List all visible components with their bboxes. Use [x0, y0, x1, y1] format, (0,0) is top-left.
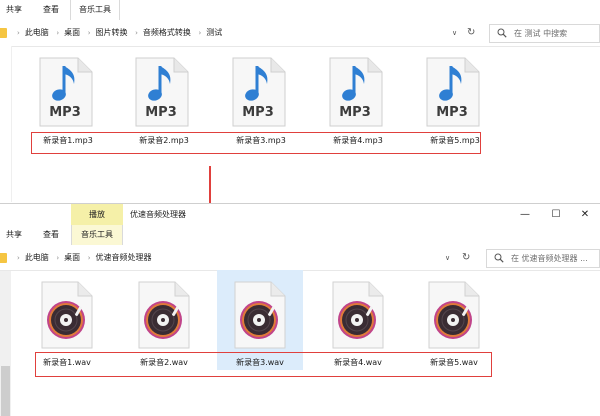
ribbon-tabs: 共享 查看 音乐工具 — [0, 0, 600, 20]
vinyl-disc-icon — [428, 281, 480, 349]
vinyl-disc-icon — [138, 281, 190, 349]
scrollbar-thumb[interactable] — [1, 366, 10, 416]
divider — [0, 46, 600, 47]
explorer-window: 播放 优速音频处理器 — ☐ ✕ 共享 查看 音乐工具 › 此电脑 › 桌面 › 优速… — [0, 203, 600, 416]
chevron-right-icon: › — [87, 29, 91, 37]
chevron-right-icon: › — [56, 254, 60, 262]
breadcrumb-item[interactable]: 桌面 — [64, 253, 80, 262]
search-input[interactable]: 在 测试 中搜索 — [514, 25, 567, 42]
window-title: 优速音频处理器 — [130, 210, 186, 219]
breadcrumb-item[interactable]: 此电脑 — [25, 28, 49, 37]
file-type-label: MP3 — [242, 105, 274, 120]
search-icon — [497, 28, 507, 38]
ribbon-tabs: 共享 查看 音乐工具 — [0, 225, 600, 245]
breadcrumb-item[interactable]: 测试 — [206, 28, 222, 37]
scrollbar[interactable] — [0, 271, 11, 416]
file-type-label: MP3 — [436, 105, 468, 120]
chevron-right-icon: › — [87, 254, 91, 262]
file-type-label: MP3 — [49, 105, 81, 120]
folder-icon — [0, 28, 7, 38]
music-note-icon: MP3 — [232, 57, 286, 127]
maximize-button[interactable]: ☐ — [541, 204, 571, 225]
breadcrumb: › 此电脑 › 桌面 › 图片转换 › 音频格式转换 › 测试 — [12, 22, 222, 44]
search-icon — [494, 253, 504, 263]
chevron-right-icon: › — [135, 29, 138, 37]
file-type-label: MP3 — [339, 105, 371, 120]
music-note-icon: MP3 — [329, 57, 383, 127]
chevron-down-icon[interactable]: ∨ — [445, 247, 450, 269]
highlight-box — [35, 352, 492, 377]
vinyl-disc-icon — [332, 281, 384, 349]
vinyl-disc-icon — [234, 281, 286, 349]
file-type-label: MP3 — [145, 105, 177, 120]
refresh-icon[interactable]: ↻ — [462, 247, 470, 269]
music-note-icon: MP3 — [426, 57, 480, 127]
breadcrumb-item[interactable]: 桌面 — [64, 28, 80, 37]
vinyl-disc-icon — [41, 281, 93, 349]
breadcrumb-item[interactable]: 音频格式转换 — [143, 28, 191, 37]
tab-view[interactable]: 查看 — [36, 0, 66, 20]
title-bar: 播放 优速音频处理器 — ☐ ✕ — [0, 204, 600, 225]
search-input[interactable]: 在 优速音频处理器 ... — [511, 250, 588, 267]
address-bar[interactable]: › 此电脑 › 桌面 › 图片转换 › 音频格式转换 › 测试 ∨ ↻ 在 测试 中搜索 — [0, 22, 600, 44]
chevron-right-icon: › — [56, 29, 60, 37]
tab-music-tools[interactable]: 音乐工具 — [70, 0, 120, 20]
breadcrumb-item[interactable]: 优速音频处理器 — [96, 253, 152, 262]
chevron-down-icon[interactable]: ∨ — [452, 22, 457, 44]
navigation-pane — [0, 46, 12, 202]
search-box[interactable]: 在 测试 中搜索 — [489, 24, 600, 43]
minimize-button[interactable]: — — [510, 204, 540, 225]
context-tab-play[interactable]: 播放 — [71, 204, 123, 225]
chevron-right-icon: › — [17, 29, 20, 37]
tab-share[interactable]: 共享 — [0, 0, 28, 20]
folder-icon — [0, 253, 7, 263]
chevron-right-icon: › — [17, 254, 20, 262]
music-note-icon: MP3 — [135, 57, 189, 127]
breadcrumb-item[interactable]: 此电脑 — [25, 253, 49, 262]
highlight-box — [31, 132, 481, 154]
search-box[interactable]: 在 优速音频处理器 ... — [486, 249, 600, 268]
chevron-right-icon: › — [198, 29, 202, 37]
close-button[interactable]: ✕ — [570, 204, 600, 225]
breadcrumb-item[interactable]: 图片转换 — [96, 28, 128, 37]
tab-music-tools[interactable]: 音乐工具 — [71, 225, 123, 245]
tab-view[interactable]: 查看 — [36, 225, 66, 245]
address-bar[interactable]: › 此电脑 › 桌面 › 优速音频处理器 ∨ ↻ 在 优速音频处理器 ... — [0, 247, 600, 269]
breadcrumb: › 此电脑 › 桌面 › 优速音频处理器 — [12, 247, 152, 269]
refresh-icon[interactable]: ↻ — [467, 22, 475, 44]
tab-share[interactable]: 共享 — [0, 225, 28, 245]
music-note-icon: MP3 — [39, 57, 93, 127]
